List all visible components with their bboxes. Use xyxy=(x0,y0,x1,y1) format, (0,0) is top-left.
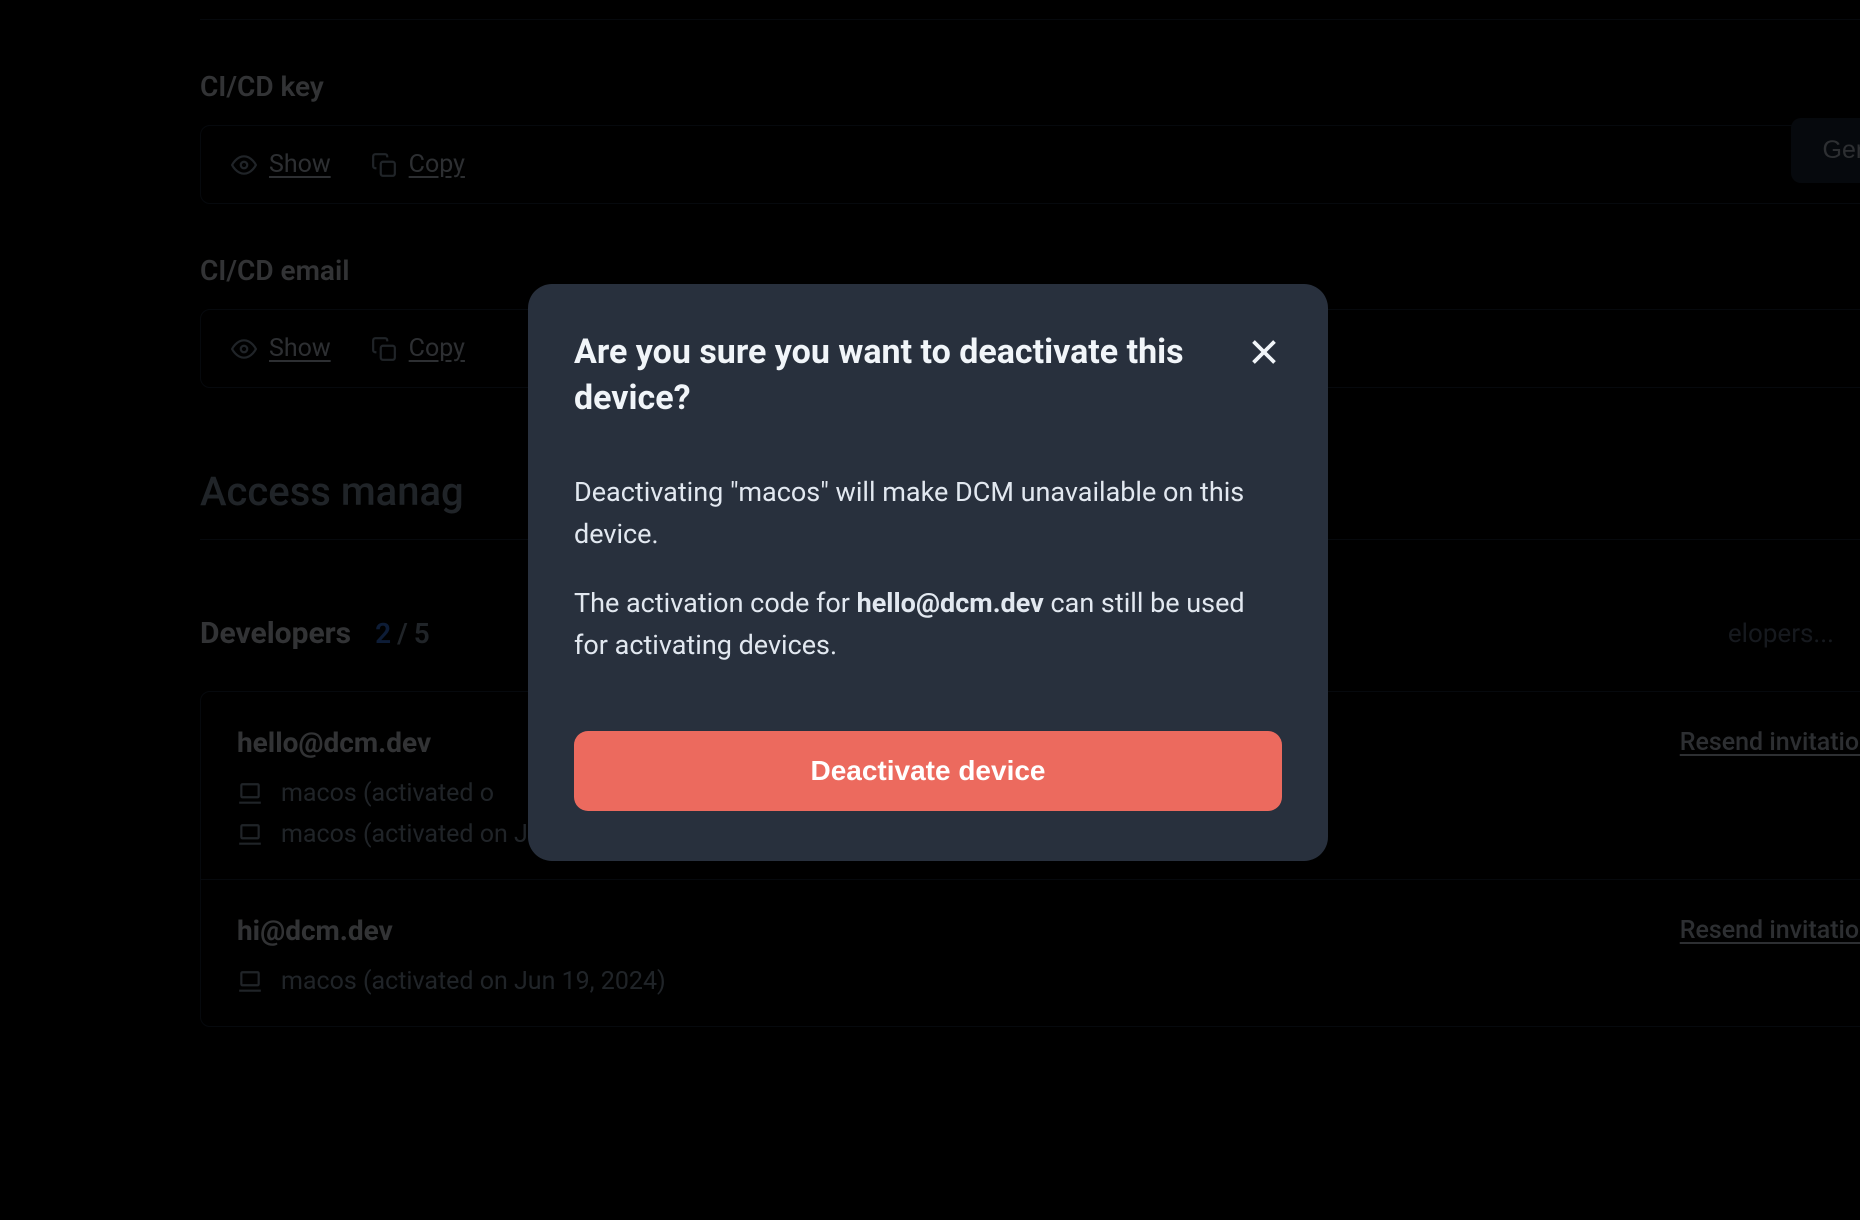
modal-paragraph-2: The activation code for hello@dcm.dev ca… xyxy=(574,583,1282,667)
deactivate-device-button[interactable]: Deactivate device xyxy=(574,731,1282,811)
modal-overlay: Are you sure you want to deactivate this… xyxy=(0,0,1860,1220)
p2-before: The activation code for xyxy=(574,587,857,619)
close-icon xyxy=(1246,334,1282,370)
modal-paragraph-1: Deactivating "macos" will make DCM unava… xyxy=(574,472,1282,556)
deactivate-device-modal: Are you sure you want to deactivate this… xyxy=(528,284,1328,861)
modal-body: Deactivating "macos" will make DCM unava… xyxy=(574,472,1282,667)
p2-email: hello@dcm.dev xyxy=(857,587,1044,619)
modal-title: Are you sure you want to deactivate this… xyxy=(574,330,1214,422)
close-button[interactable] xyxy=(1246,334,1282,370)
